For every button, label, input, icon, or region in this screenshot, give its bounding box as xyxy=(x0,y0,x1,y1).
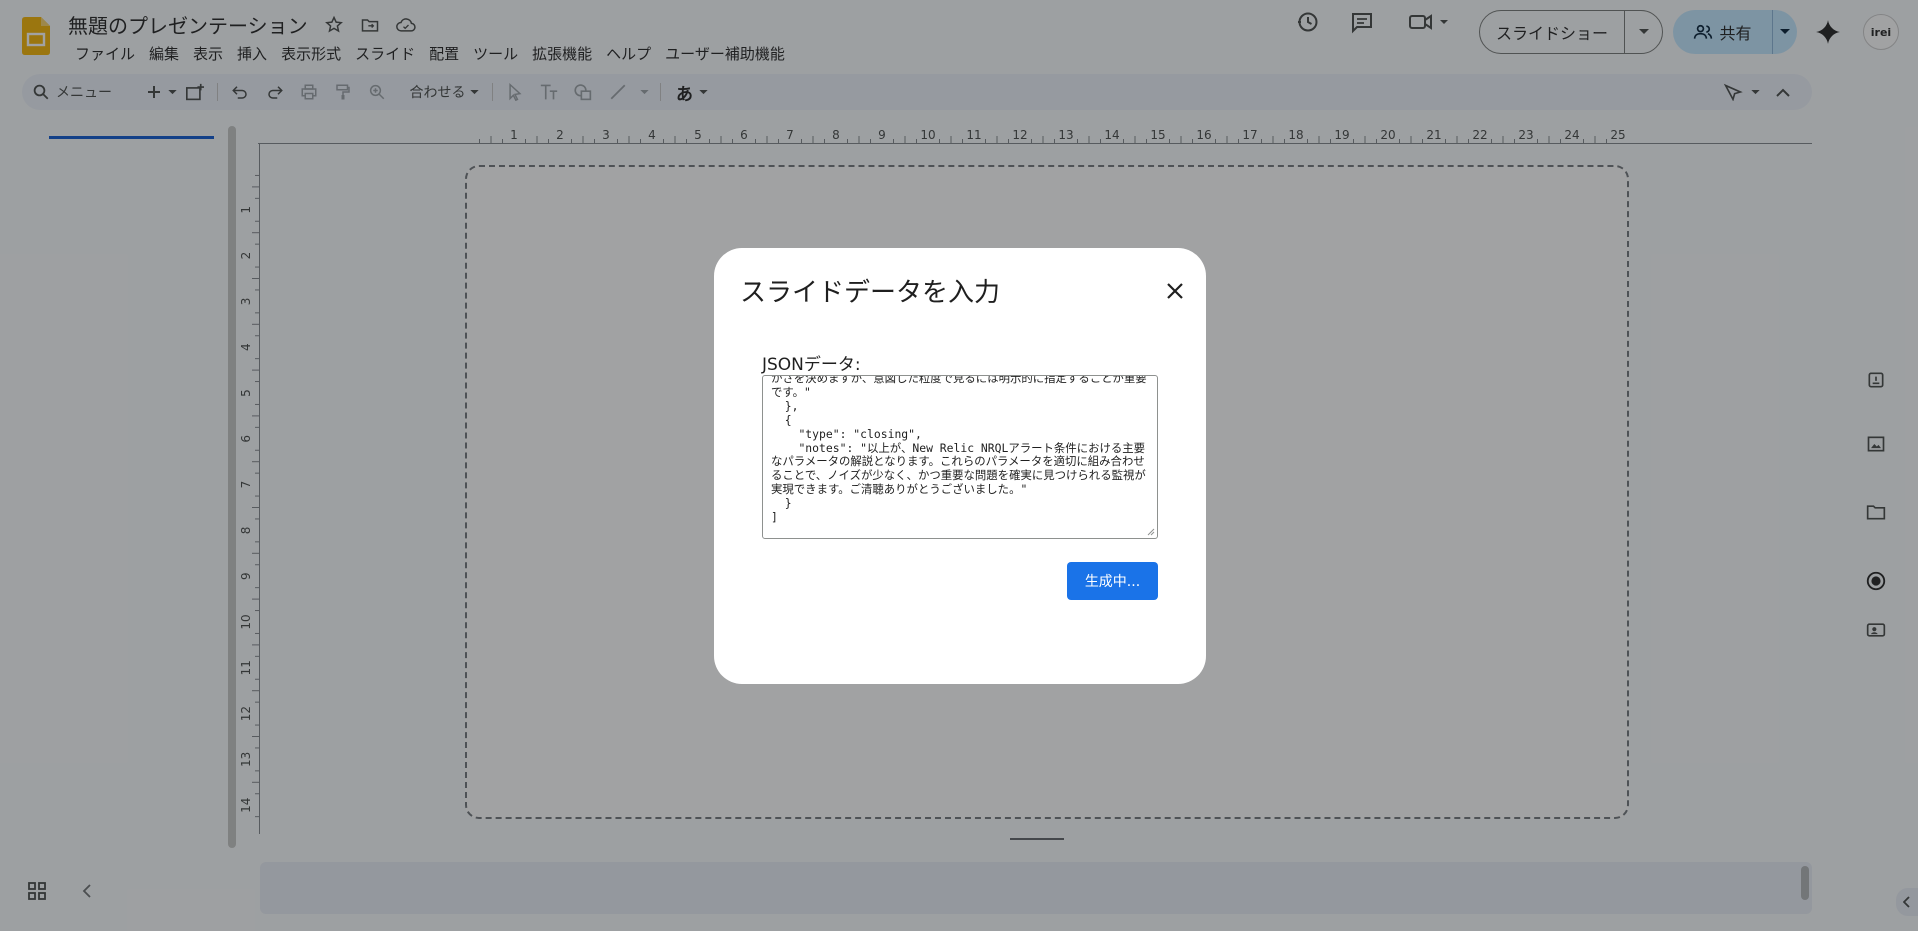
json-text[interactable]: かさを決めますが、意図した粒度で見るには明示的に指定することが重要です。" },… xyxy=(771,376,1149,525)
slide-data-dialog: スライドデータを入力 JSONデータ: かさを決めますが、意図した粒度で見るには… xyxy=(714,248,1206,684)
json-textarea[interactable]: かさを決めますが、意図した粒度で見るには明示的に指定することが重要です。" },… xyxy=(762,375,1158,539)
resize-grip-icon[interactable] xyxy=(1147,528,1155,536)
json-field-label: JSONデータ: xyxy=(762,355,861,375)
dialog-title: スライドデータを入力 xyxy=(740,278,1001,308)
generate-button[interactable]: 生成中... xyxy=(1067,562,1158,600)
close-icon[interactable] xyxy=(1158,274,1192,308)
